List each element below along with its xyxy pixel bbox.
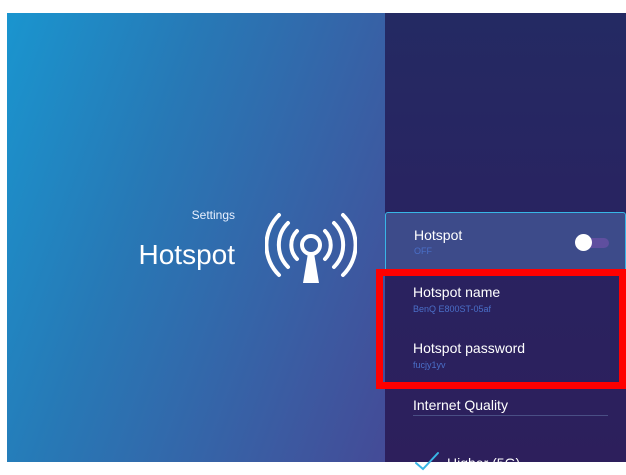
quality-option-label: Higher (5G) <box>447 455 521 471</box>
page-title: Hotspot <box>138 239 236 270</box>
hotspot-antenna-icon <box>265 213 357 283</box>
hotspot-status: OFF <box>414 246 432 256</box>
settings-panel: Hotspot OFF Hotspot name BenQ E800ST-05a… <box>385 13 626 471</box>
checkmark-icon <box>415 452 439 471</box>
divider <box>413 415 608 416</box>
internet-quality-label: Internet Quality <box>413 397 508 413</box>
breadcrumb: Settings <box>191 208 235 222</box>
hotspot-toggle-knob[interactable] <box>575 234 592 251</box>
highlight-box <box>376 269 626 389</box>
internet-quality-header: Internet Quality <box>385 397 626 417</box>
hotspot-label: Hotspot <box>414 227 463 243</box>
hotspot-toggle-item[interactable]: Hotspot OFF <box>385 212 626 272</box>
